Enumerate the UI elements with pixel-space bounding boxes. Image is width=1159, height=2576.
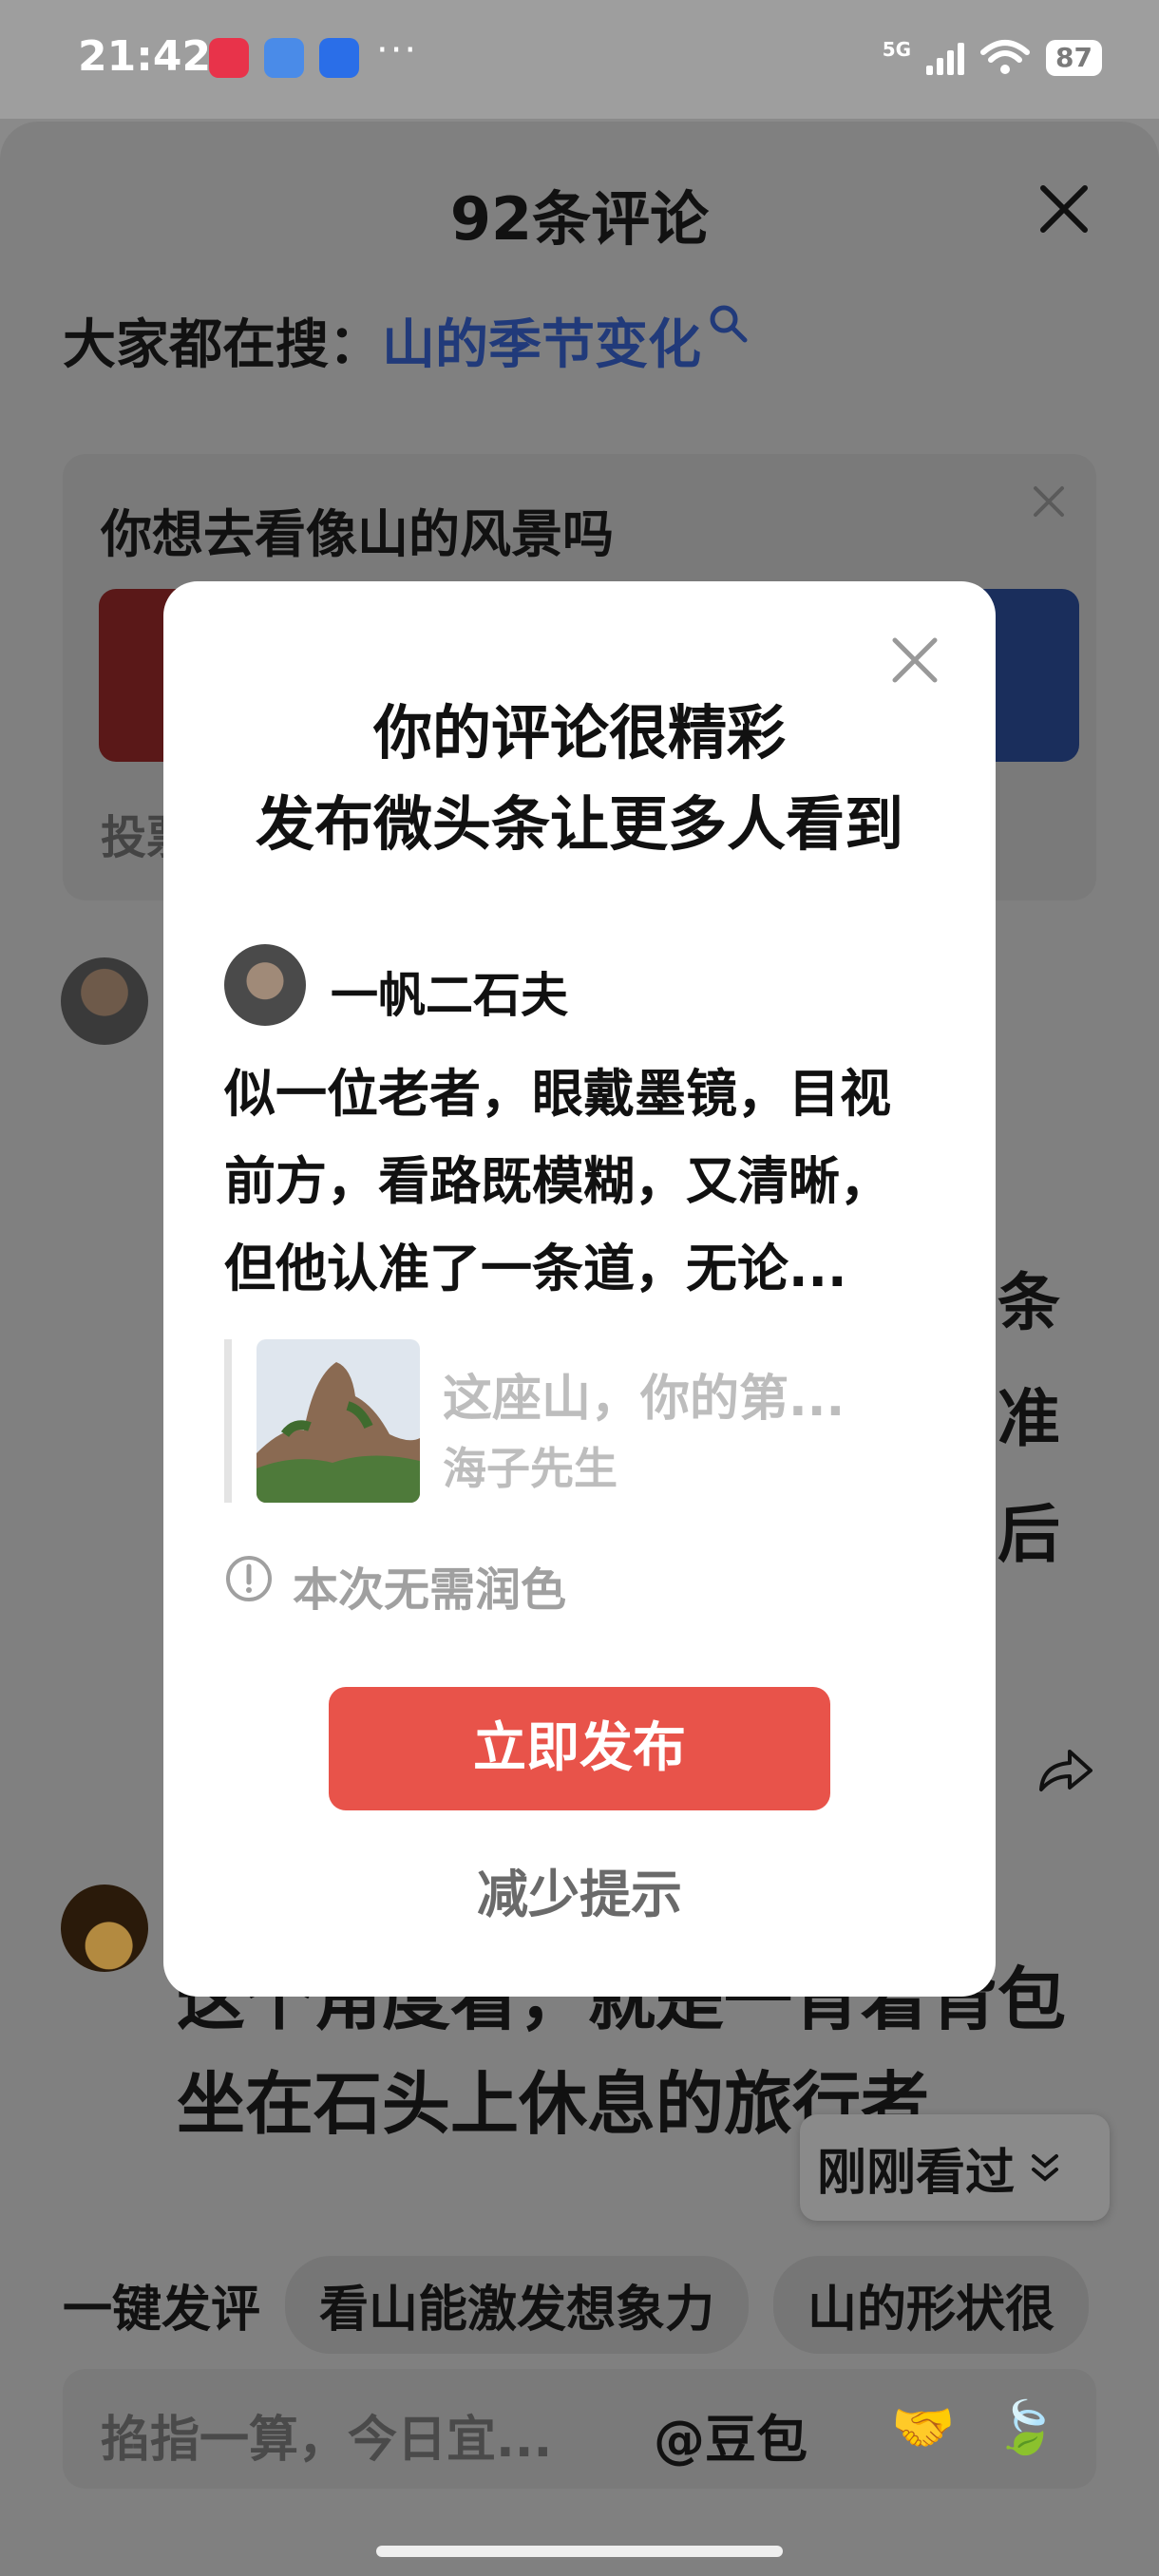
publish-now-button[interactable]: 立即发布 xyxy=(329,1687,830,1810)
trending-search-link[interactable]: 山的季节变化 xyxy=(382,314,701,376)
comment-peek-text: 准 xyxy=(998,1382,1060,1455)
publish-prompt-dialog: 你的评论很精彩 发布微头条让更多人看到 一帆二石夫 似一位老者，眼戴墨镜，目视 … xyxy=(163,581,996,1997)
wallet-app-icon xyxy=(264,38,304,78)
mountain-thumbnail xyxy=(256,1339,420,1503)
reduce-prompts-button[interactable]: 减少提示 xyxy=(163,1852,996,1927)
comment-input-placeholder: 掐指一算，今日宜... xyxy=(101,2412,553,2469)
close-icon[interactable] xyxy=(889,635,940,686)
network-type: 5G xyxy=(882,38,912,61)
avatar[interactable] xyxy=(61,957,148,1045)
home-indicator[interactable] xyxy=(376,2546,783,2557)
red-app-icon xyxy=(209,38,249,78)
comment-input[interactable]: 掐指一算，今日宜... @豆包 🤝 🍃 xyxy=(63,2369,1096,2489)
comment-peek-text: 条 xyxy=(998,1266,1060,1339)
handshake-emoji-icon[interactable]: 🤝 xyxy=(891,2397,955,2458)
quoted-article-title: 这座山，你的第... xyxy=(443,1371,846,1428)
poll-close-icon[interactable] xyxy=(1030,483,1068,521)
status-bar: 21:42 ··· 5G 87 xyxy=(0,0,1159,119)
status-indicators: 5G 87 xyxy=(883,36,1102,80)
share-icon[interactable] xyxy=(1034,1738,1096,1801)
comment-username: 一帆二石夫 xyxy=(331,968,568,1023)
close-icon[interactable] xyxy=(1036,180,1092,237)
chevron-down-icon xyxy=(1032,2154,1059,2182)
comment-peek-text: 后 xyxy=(998,1498,1060,1571)
comments-title: 92条评论 xyxy=(449,184,710,254)
info-icon xyxy=(226,1556,272,1601)
recently-viewed-button[interactable]: 刚刚看过 xyxy=(800,2114,1110,2221)
avatar[interactable] xyxy=(61,1885,148,1972)
quick-reply-chip[interactable]: 山的形状很 xyxy=(773,2255,1090,2354)
leaf-emoji-icon[interactable]: 🍃 xyxy=(994,2397,1057,2458)
mention-button[interactable]: @豆包 xyxy=(654,2397,808,2472)
avatar xyxy=(224,944,306,1026)
comment-line: 但他认准了一条道，无论... xyxy=(224,1239,847,1298)
trending-search: 大家都在搜：山的季节变化 xyxy=(63,302,749,379)
dialog-heading-line1: 你的评论很精彩 xyxy=(372,698,786,767)
quoted-article-author: 海子先生 xyxy=(443,1443,618,1494)
wifi-icon xyxy=(980,40,1031,74)
signal-icon xyxy=(926,41,965,75)
quick-reply-chip[interactable]: 看山能激发想象力 xyxy=(285,2255,750,2354)
battery-indicator: 87 xyxy=(1046,40,1102,76)
quote-divider xyxy=(224,1339,232,1503)
trending-search-prefix: 大家都在搜： xyxy=(63,314,382,376)
quick-reply-row: 一键发评 看山能激发想象力 山的形状很 xyxy=(63,2255,1090,2354)
dialog-heading-line2: 发布微头条让更多人看到 xyxy=(255,789,903,859)
more-notifications-icon: ··· xyxy=(376,28,419,72)
recently-viewed-label: 刚刚看过 xyxy=(817,2144,1016,2202)
polish-notice: 本次无需润色 xyxy=(293,1563,567,1617)
status-time: 21:42 xyxy=(78,32,212,81)
search-icon[interactable] xyxy=(707,302,749,344)
comment-line: 似一位老者，眼戴墨镜，目视 xyxy=(224,1064,891,1124)
poll-title: 你想去看像山的风景吗 xyxy=(101,504,614,564)
comment-line: 前方，看路既模糊，又清晰， xyxy=(224,1151,891,1211)
blue-app-icon xyxy=(319,38,359,78)
comment-preview: 似一位老者，眼戴墨镜，目视 前方，看路既模糊，又清晰， 但他认准了一条道，无论.… xyxy=(224,1051,946,1313)
quick-reply-label: 一键发评 xyxy=(63,2281,261,2339)
